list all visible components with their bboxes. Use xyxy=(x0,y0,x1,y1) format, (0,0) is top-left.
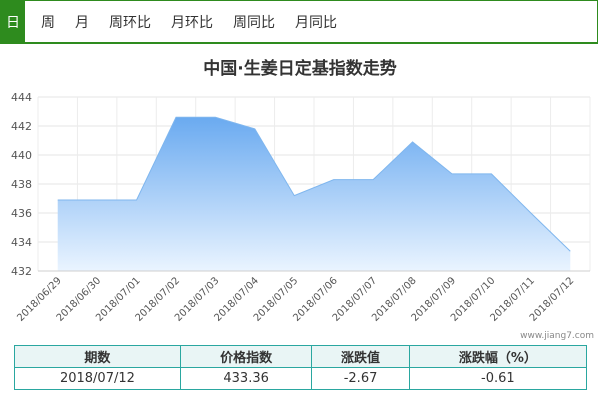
table-row: 2018/07/12 433.36 -2.67 -0.61 xyxy=(14,367,588,390)
cell-price-index: 433.36 xyxy=(179,367,313,390)
y-tick-label: 436 xyxy=(11,207,32,220)
index-summary-table: 期数 价格指数 涨跌值 涨跌幅（%） 2018/07/12 433.36 -2.… xyxy=(14,345,588,390)
tab-week-year-on-year[interactable]: 周同比 xyxy=(233,1,275,43)
header-period: 期数 xyxy=(14,345,181,368)
y-tick-label: 434 xyxy=(11,236,32,249)
site-watermark: www.jiang7.com xyxy=(520,331,594,341)
chart-title: 中国·生姜日定基指数走势 xyxy=(203,59,397,79)
header-price-index: 价格指数 xyxy=(179,345,313,368)
y-tick-label: 442 xyxy=(11,120,32,133)
period-tab-bar: 日 周 月 周环比 月环比 周同比 月同比 xyxy=(0,0,598,44)
tab-day[interactable]: 日 xyxy=(1,1,25,43)
cell-period: 2018/07/12 xyxy=(14,367,181,390)
cell-change-value: -2.67 xyxy=(311,367,410,390)
header-change-percent: 涨跌幅（%） xyxy=(408,345,588,368)
cell-change-percent: -0.61 xyxy=(408,367,588,390)
tab-month[interactable]: 月 xyxy=(75,1,89,43)
y-tick-label: 432 xyxy=(11,265,32,278)
ginger-index-chart: 4324344364384404424442018/06/292018/06/3… xyxy=(11,91,591,324)
y-tick-label: 440 xyxy=(11,149,32,162)
y-tick-label: 438 xyxy=(11,178,32,191)
tab-week-on-week[interactable]: 周环比 xyxy=(109,1,151,43)
tab-month-on-month[interactable]: 月环比 xyxy=(171,1,213,43)
header-change-value: 涨跌值 xyxy=(311,345,410,368)
table-header-row: 期数 价格指数 涨跌值 涨跌幅（%） xyxy=(14,345,588,368)
y-tick-label: 444 xyxy=(11,91,32,104)
tab-month-year-on-year[interactable]: 月同比 xyxy=(295,1,337,43)
tab-week[interactable]: 周 xyxy=(41,1,55,43)
